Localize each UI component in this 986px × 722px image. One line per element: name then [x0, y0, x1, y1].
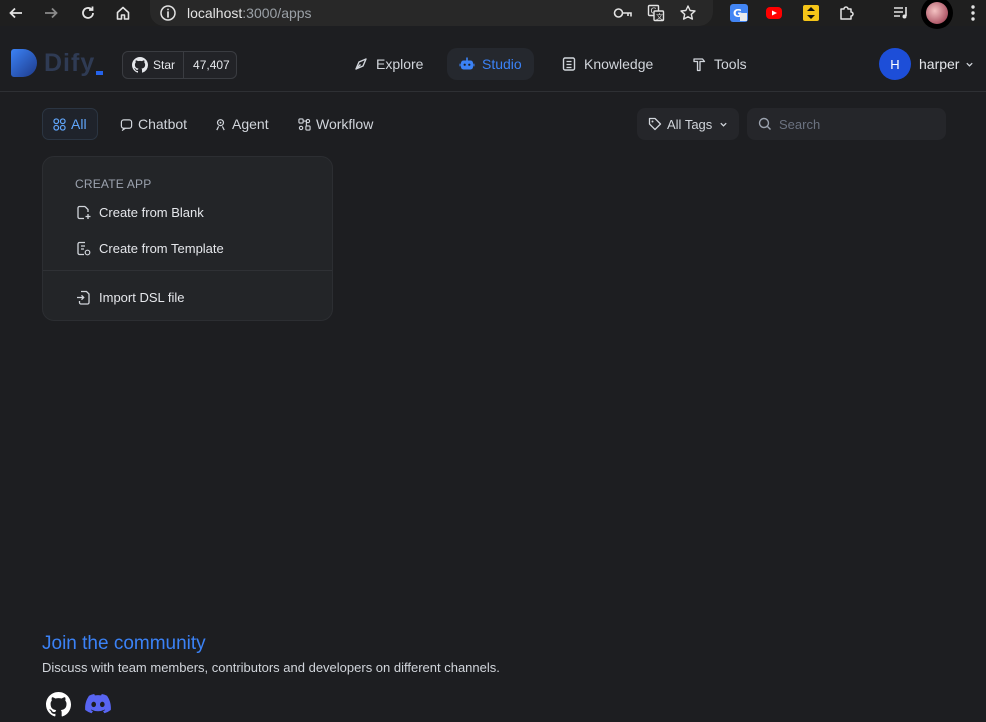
nav-studio-label: Studio	[482, 56, 522, 72]
url-host: localhost	[187, 5, 243, 21]
user-name[interactable]: harper	[919, 56, 959, 72]
robot-icon	[459, 57, 475, 70]
tab-agent-label: Agent	[232, 116, 269, 132]
card-divider	[43, 270, 332, 271]
github-star-button[interactable]: Star 47,407	[122, 51, 237, 79]
star-label: Star	[153, 58, 176, 72]
create-from-template-label: Create from Template	[99, 240, 224, 256]
community-title: Join the community	[42, 633, 206, 654]
tab-chatbot[interactable]: Chatbot	[110, 108, 197, 140]
password-key-icon[interactable]	[613, 4, 633, 22]
chevron-down-icon	[720, 122, 727, 127]
file-plus-icon	[77, 205, 91, 219]
forward-arrow-icon[interactable]	[41, 3, 61, 23]
site-info-icon[interactable]	[159, 4, 177, 22]
browser-toolbar: localhost:3000/apps G文 G	[0, 0, 986, 29]
book-icon	[562, 57, 576, 71]
tab-all-label: All	[71, 116, 87, 132]
tab-workflow[interactable]: Workflow	[288, 108, 383, 140]
create-from-template-button[interactable]: Create from Template	[76, 237, 224, 259]
nav-explore[interactable]: Explore	[341, 48, 435, 80]
github-icon	[132, 57, 148, 73]
create-app-title: CREATE APP	[75, 177, 152, 191]
tab-agent[interactable]: Agent	[204, 108, 279, 140]
tab-workflow-label: Workflow	[316, 116, 374, 132]
compass-icon	[355, 58, 367, 70]
file-template-icon	[77, 241, 91, 255]
tab-all[interactable]: All	[42, 108, 98, 140]
discord-link-icon[interactable]	[85, 691, 111, 717]
dify-logo[interactable]: Dify	[11, 48, 104, 78]
dify-logo-mark-icon	[11, 49, 37, 77]
star-count[interactable]: 47,407	[184, 58, 230, 72]
nav-tools-label: Tools	[714, 56, 747, 72]
bookmark-star-icon[interactable]	[678, 4, 698, 22]
file-import-icon	[77, 290, 90, 305]
grid-icon	[53, 117, 66, 131]
logo-text: Dify	[44, 49, 104, 78]
hammer-icon	[693, 58, 706, 72]
import-dsl-label: Import DSL file	[99, 289, 185, 305]
nav-tools[interactable]: Tools	[679, 48, 759, 80]
url-path: :3000/apps	[242, 5, 312, 21]
extensions-puzzle-icon[interactable]	[837, 3, 857, 23]
chevron-down-icon[interactable]	[965, 60, 974, 69]
nav-studio[interactable]: Studio	[447, 48, 534, 80]
workflow-icon	[298, 117, 311, 131]
svg-text:文: 文	[656, 12, 663, 21]
nav-knowledge[interactable]: Knowledge	[549, 48, 665, 80]
agent-icon	[216, 118, 225, 130]
translate-icon[interactable]: G文	[646, 4, 666, 22]
create-from-blank-label: Create from Blank	[99, 204, 204, 220]
search-box[interactable]	[747, 108, 946, 140]
browser-profile-avatar[interactable]	[921, 0, 953, 29]
url-text: localhost:3000/apps	[187, 5, 312, 21]
user-avatar[interactable]: H	[879, 48, 911, 80]
back-arrow-icon[interactable]	[6, 3, 26, 23]
community-description: Discuss with team members, contributors …	[42, 660, 500, 675]
github-star-label[interactable]: Star	[123, 52, 185, 78]
app-header: Dify Star 47,407 Explore Studio Knowledg…	[0, 34, 986, 92]
search-input[interactable]	[779, 116, 939, 132]
home-icon[interactable]	[113, 3, 133, 23]
address-bar[interactable]: localhost:3000/apps G文	[150, 0, 713, 26]
chat-bubble-icon	[120, 118, 133, 131]
user-menu[interactable]: H harper	[879, 48, 974, 80]
media-control-icon[interactable]	[891, 3, 911, 23]
youtube-extension-icon[interactable]	[764, 3, 784, 23]
github-link-icon[interactable]	[45, 691, 71, 717]
reload-icon[interactable]	[78, 3, 98, 23]
tag-icon	[648, 117, 662, 131]
import-dsl-button[interactable]: Import DSL file	[76, 286, 185, 308]
google-translate-extension-icon[interactable]: G	[729, 3, 749, 23]
tags-filter-dropdown[interactable]: All Tags	[637, 108, 739, 140]
create-app-card: CREATE APP Create from Blank Create from…	[42, 156, 333, 321]
nav-explore-label: Explore	[376, 56, 424, 72]
create-from-blank-button[interactable]: Create from Blank	[76, 201, 204, 223]
browser-menu-icon[interactable]	[963, 3, 983, 23]
search-icon	[758, 117, 771, 130]
yellow-arrows-extension-icon[interactable]	[801, 3, 821, 23]
tab-chatbot-label: Chatbot	[138, 116, 188, 132]
nav-knowledge-label: Knowledge	[584, 56, 654, 72]
tags-filter-label: All Tags	[667, 116, 713, 132]
